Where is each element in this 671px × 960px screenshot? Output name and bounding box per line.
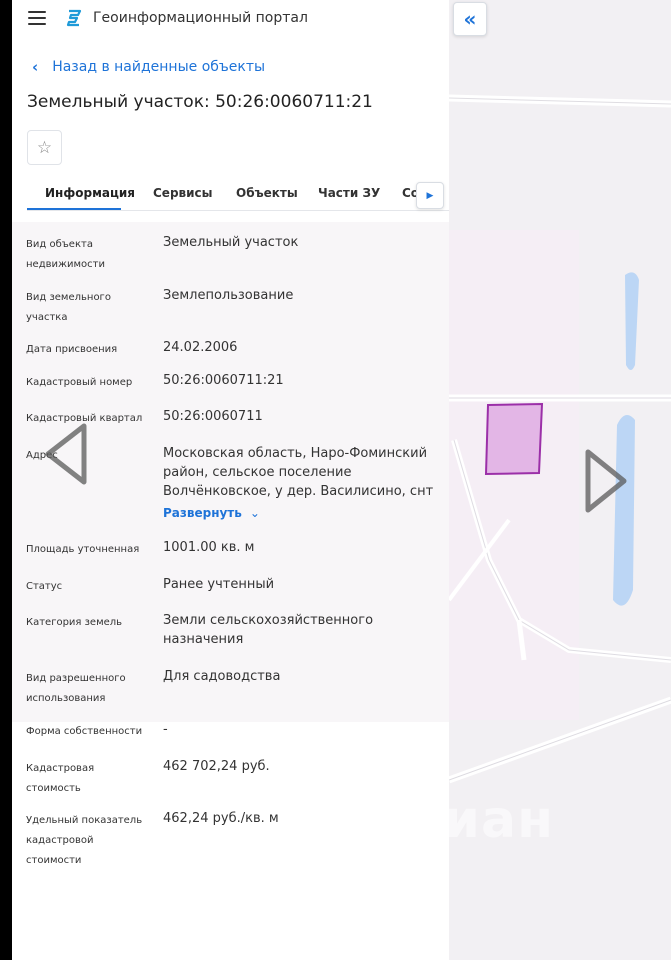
watermark-logo: циан	[404, 790, 554, 850]
info-value: 24.02.2006	[163, 340, 238, 355]
info-label: Вид разрешенного использования	[26, 673, 126, 704]
info-value: Землепользование	[163, 288, 294, 303]
info-value: Ранее учтенный	[163, 577, 275, 592]
info-label: Статус	[26, 581, 63, 592]
expand-label: Развернуть	[163, 506, 242, 520]
tab-info[interactable]: Информация	[45, 186, 135, 200]
info-value: 50:26:0060711:21	[163, 373, 284, 388]
favorite-button[interactable]: ☆	[27, 130, 62, 165]
info-label: Кадастровый номер	[26, 377, 133, 388]
app-title: Геоинформационный портал	[93, 10, 308, 26]
info-label: Кадастровая стоимость	[26, 763, 95, 794]
info-value: 1001.00 кв. м	[163, 540, 255, 555]
app-frame: « Геоинформационный портал ‹ Назад в най…	[12, 0, 671, 960]
menu-icon[interactable]	[28, 11, 46, 25]
tab-services[interactable]: Сервисы	[153, 186, 213, 200]
back-link-label: Назад в найденные объекты	[52, 59, 266, 75]
next-image-arrow-icon[interactable]	[582, 448, 630, 514]
app-header: Геоинформационный портал	[12, 0, 449, 38]
chevron-right-icon: ▶	[426, 190, 434, 201]
info-value: Для садоводства	[163, 669, 281, 684]
info-label: Площадь уточненная	[26, 544, 140, 555]
info-value: Земли сельскохозяйственного назначения	[163, 613, 374, 647]
expand-address-button[interactable]: Развернуть ⌄	[163, 506, 260, 520]
star-icon: ☆	[36, 137, 53, 158]
info-label: Категория земель	[26, 617, 123, 628]
info-value: -	[163, 722, 168, 737]
page-title: Земельный участок: 50:26:0060711:21	[27, 92, 373, 112]
info-label: Форма собственности	[26, 726, 143, 737]
parcel-polygon	[484, 402, 544, 476]
tabs-scroll-right-button[interactable]: ▶	[416, 182, 444, 209]
info-value: Земельный участок	[163, 235, 299, 250]
chevron-down-icon: ⌄	[249, 506, 260, 520]
info-label: Удельный показатель кадастровой стоимост…	[26, 815, 143, 866]
info-value: 50:26:0060711	[163, 409, 263, 424]
tabs-bar: Информация Сервисы Объекты Части ЗУ Сост	[27, 178, 449, 211]
tab-objects[interactable]: Объекты	[236, 186, 298, 200]
collapse-panel-button[interactable]: «	[453, 2, 487, 36]
info-label: Вид земельного участка	[26, 292, 111, 323]
active-tab-indicator	[27, 208, 121, 210]
info-value: Московская область, Наро-Фоминский район…	[163, 446, 434, 499]
tab-parts[interactable]: Части ЗУ	[318, 186, 380, 200]
double-chevron-left-icon: «	[463, 7, 477, 31]
info-label: Дата присвоения	[26, 344, 118, 355]
portal-logo-icon	[66, 9, 82, 27]
info-label: Вид объекта недвижимости	[26, 239, 105, 270]
chevron-left-icon: ‹	[32, 58, 39, 76]
back-to-results-link[interactable]: ‹ Назад в найденные объекты	[32, 58, 265, 76]
previous-image-arrow-icon[interactable]	[42, 422, 90, 486]
info-value: 462 702,24 руб.	[163, 759, 270, 774]
